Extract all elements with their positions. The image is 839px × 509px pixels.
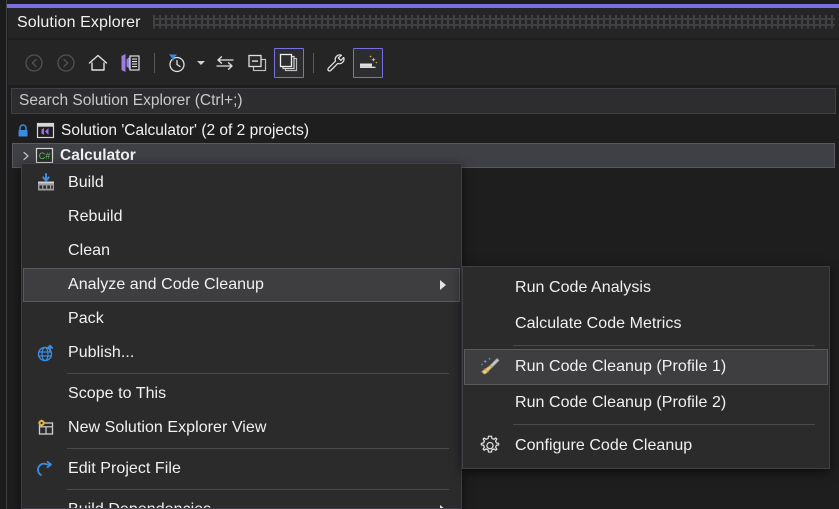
tree-row-solution[interactable]: Solution 'Calculator' (2 of 2 projects) [8,118,839,143]
build-icon [24,173,68,193]
filter-dropdown-caret[interactable] [194,48,208,78]
menu-item-label: Build [68,174,104,191]
menu-item-label: Clean [68,242,111,259]
show-all-files-button[interactable] [274,47,304,78]
menu-separator [513,424,815,425]
menu-item-rebuild[interactable]: Rebuild [23,200,460,234]
window-left-frame [0,0,7,509]
collapse-all-icon [246,52,268,74]
menu-item-pack[interactable]: Pack [23,302,460,336]
publish-globe-icon [24,343,68,363]
svg-text:C#: C# [39,151,51,161]
menu-item-run-code-cleanup-profile-1[interactable]: Run Code Cleanup (Profile 1) [464,349,828,385]
collapse-all-button[interactable] [242,48,272,78]
filter-clock-icon [166,52,188,74]
menu-item-label: Edit Project File [68,460,181,477]
page-title: Solution Explorer [17,14,141,31]
search-placeholder: Search Solution Explorer (Ctrl+;) [19,92,243,109]
project-context-menu: Build Rebuild Clean Analyze and Code Cle… [21,163,462,509]
menu-separator [67,448,449,449]
forward-button[interactable] [51,48,81,78]
menu-item-label: Pack [68,310,104,327]
home-icon [87,52,109,74]
toolbar-separator [313,52,314,73]
menu-item-label: New Solution Explorer View [68,419,267,436]
forward-icon [56,53,76,73]
toolbar-separator [154,52,155,73]
menu-item-build[interactable]: Build [23,166,460,200]
solution-icon [36,121,55,140]
pending-changes-button[interactable] [115,48,145,78]
home-button[interactable] [83,48,113,78]
submenu-arrow-icon [440,280,446,290]
menu-item-label: Publish... [68,344,135,361]
sync-with-editor-button[interactable] [210,48,240,78]
properties-button[interactable] [321,48,351,78]
menu-item-label: Scope to This [68,385,167,402]
preview-selected-icon [357,52,379,74]
tree-row-label: Solution 'Calculator' (2 of 2 projects) [61,121,310,139]
menu-item-clean[interactable]: Clean [23,234,460,268]
menu-item-label: Run Code Cleanup (Profile 2) [515,394,727,411]
analyze-and-code-cleanup-submenu: Run Code Analysis Calculate Code Metrics… [462,266,830,469]
sync-with-editor-icon [214,52,236,74]
menu-item-label: Rebuild [68,208,123,225]
back-button[interactable] [19,48,49,78]
menu-item-label: Analyze and Code Cleanup [68,276,265,293]
wrench-icon [325,52,347,74]
expander-icon[interactable] [20,150,32,162]
menu-item-run-code-analysis[interactable]: Run Code Analysis [464,270,828,306]
titlebar: Solution Explorer [8,8,839,38]
menu-item-label: Build Dependencies [68,501,211,508]
menu-item-configure-code-cleanup[interactable]: Configure Code Cleanup [464,428,828,464]
menu-item-label: Run Code Analysis [515,279,652,296]
lock-icon [15,123,31,139]
titlebar-drag-handle[interactable] [152,8,835,38]
back-icon [24,53,44,73]
broom-icon [465,355,515,379]
menu-item-build-dependencies[interactable]: Build Dependencies [23,493,460,508]
chevron-down-icon [197,60,205,65]
tree-row-label: Calculator [60,146,136,164]
menu-item-scope-to-this[interactable]: Scope to This [23,377,460,411]
show-all-files-icon [278,52,300,74]
preview-selected-items-button[interactable] [353,47,383,78]
pending-changes-icon [119,52,141,74]
gear-icon [465,434,515,458]
menu-item-calculate-code-metrics[interactable]: Calculate Code Metrics [464,306,828,342]
menu-item-label: Calculate Code Metrics [515,315,682,332]
new-view-icon [24,418,68,438]
search-input[interactable]: Search Solution Explorer (Ctrl+;) [11,88,836,114]
menu-item-analyze-and-code-cleanup[interactable]: Analyze and Code Cleanup [23,268,460,302]
submenu-arrow-icon [440,505,446,508]
menu-separator [513,345,815,346]
menu-item-run-code-cleanup-profile-2[interactable]: Run Code Cleanup (Profile 2) [464,385,828,421]
menu-item-edit-project-file[interactable]: Edit Project File [23,452,460,486]
toolbar [8,40,839,85]
menu-separator [67,489,449,490]
menu-item-label: Run Code Cleanup (Profile 1) [515,358,727,375]
menu-separator [67,373,449,374]
menu-item-new-solution-explorer-view[interactable]: New Solution Explorer View [23,411,460,445]
menu-item-publish[interactable]: Publish... [23,336,460,370]
solution-explorer-window: Solution Explorer Search Solution Explor… [0,0,839,509]
filter-button[interactable] [162,48,192,78]
edit-project-icon [24,459,68,479]
menu-item-label: Configure Code Cleanup [515,437,693,454]
